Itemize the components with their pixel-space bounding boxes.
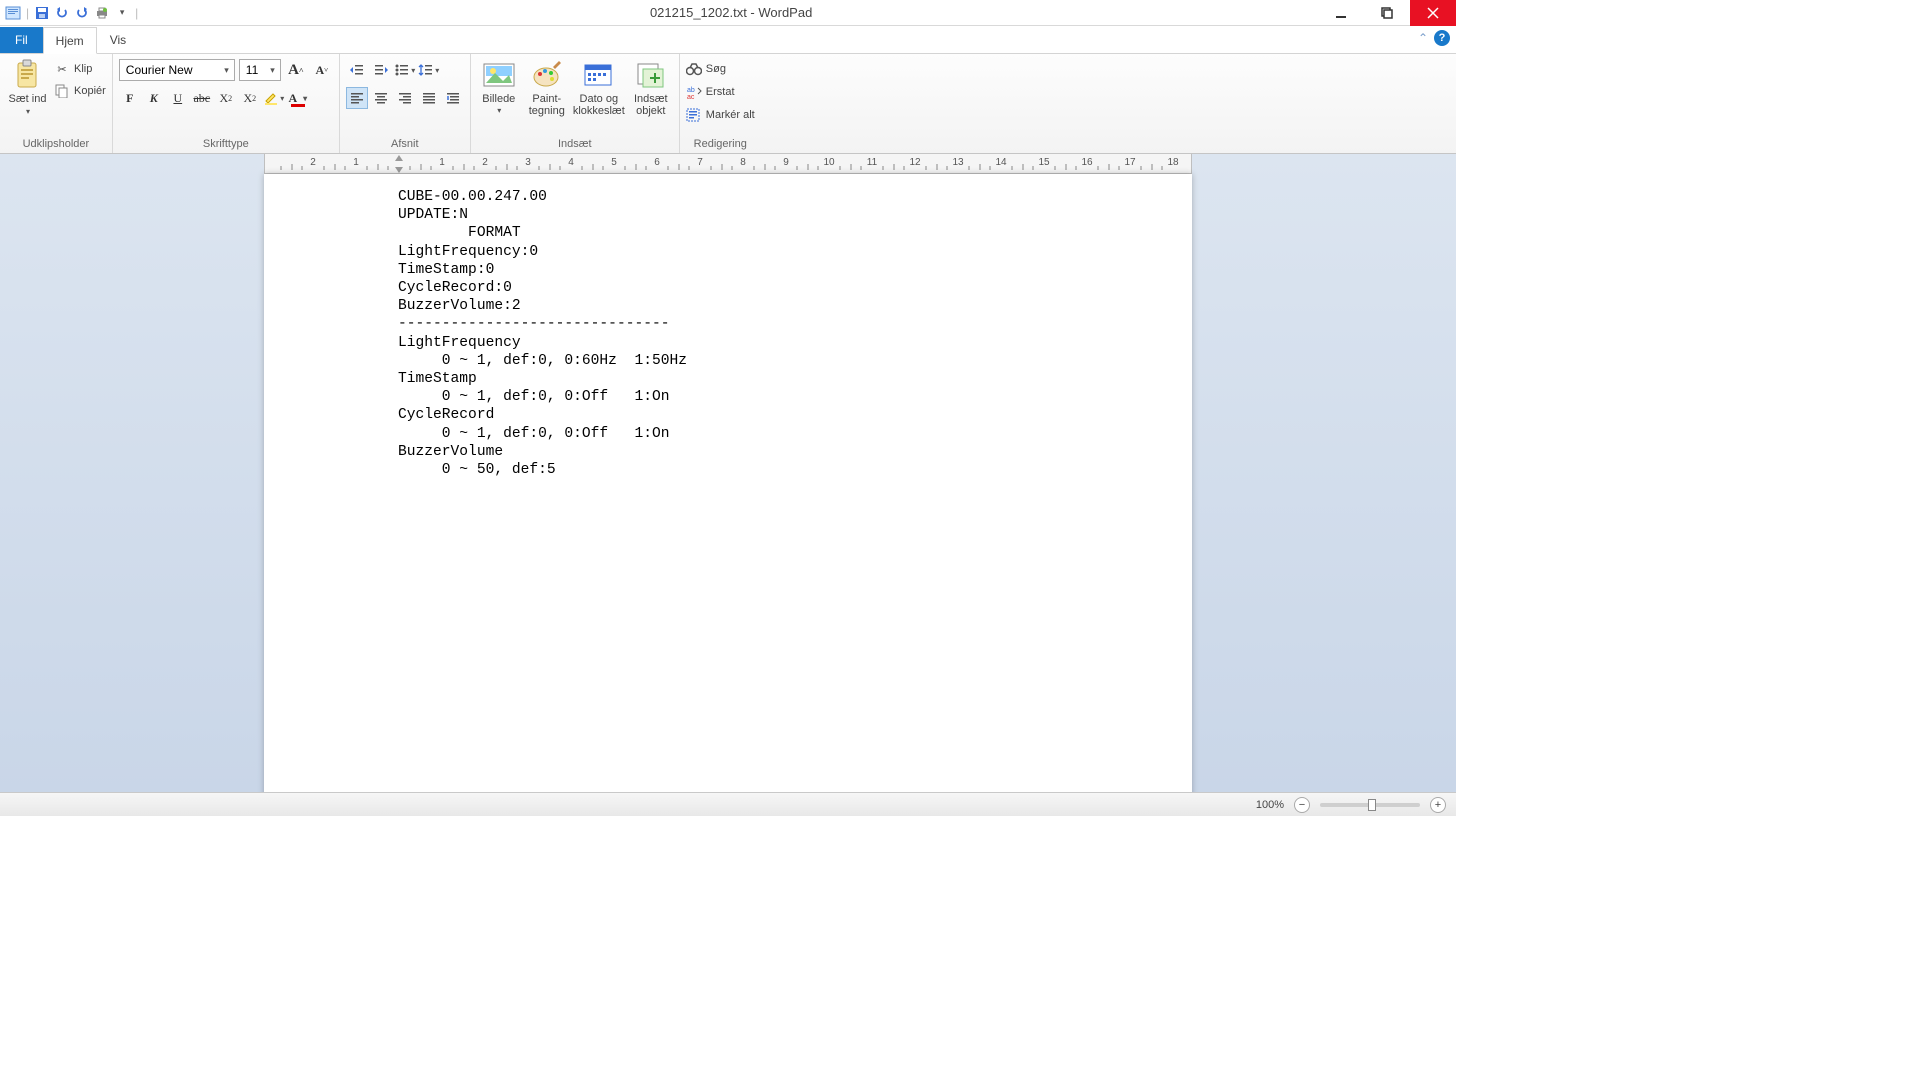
align-left-button[interactable] xyxy=(346,87,368,109)
title-bar: | ▾ | 021215_1202.txt - WordPad xyxy=(0,0,1456,26)
font-name-combo[interactable]: Courier New▾ xyxy=(119,59,235,81)
italic-button[interactable]: K xyxy=(143,87,165,109)
window-title: 021215_1202.txt - WordPad xyxy=(144,5,1318,20)
bold-button[interactable]: F xyxy=(119,87,141,109)
copy-icon xyxy=(54,83,70,99)
selectall-button[interactable]: Markér alt xyxy=(686,105,755,125)
font-size-combo[interactable]: 11▾ xyxy=(239,59,281,81)
align-center-button[interactable] xyxy=(370,87,392,109)
tab-row: Fil Hjem Vis ⌃ ? xyxy=(0,26,1456,54)
help-icon[interactable]: ? xyxy=(1434,30,1450,46)
zoom-out-button[interactable]: − xyxy=(1294,797,1310,813)
horizontal-ruler[interactable]: 12123456789101112131415161718 xyxy=(264,154,1192,174)
paste-label: Sæt ind ▾ xyxy=(6,93,50,117)
group-insert: Billede▾ Paint-tegning Dato og klokkeslæ… xyxy=(471,54,680,153)
font-color-button[interactable]: A▾ xyxy=(287,87,309,109)
subscript-button[interactable]: X2 xyxy=(215,87,237,109)
replace-icon: abac xyxy=(686,84,702,100)
tab-view[interactable]: Vis xyxy=(97,26,139,53)
underline-button[interactable]: U xyxy=(167,87,189,109)
document-text[interactable]: CUBE-00.00.247.00 UPDATE:N FORMAT LightF… xyxy=(398,188,687,479)
grow-font-button[interactable]: A˄ xyxy=(285,59,307,81)
zoom-percent: 100% xyxy=(1256,799,1284,811)
ribbon: Sæt ind ▾ ✂Klip Kopiér Udklipsholder Cou… xyxy=(0,54,1456,154)
svg-text:ac: ac xyxy=(687,94,695,99)
select-all-icon xyxy=(686,107,702,123)
calendar-icon xyxy=(583,59,615,91)
tab-file[interactable]: Fil xyxy=(0,27,43,53)
clipboard-icon xyxy=(12,59,44,91)
status-bar: 100% − + xyxy=(0,792,1456,816)
group-paragraph-label: Afsnit xyxy=(346,136,464,153)
zoom-in-button[interactable]: + xyxy=(1430,797,1446,813)
paste-button[interactable]: Sæt ind ▾ xyxy=(6,57,50,117)
replace-button[interactable]: abacErstat xyxy=(686,82,735,102)
paragraph-dialog-button[interactable] xyxy=(442,87,464,109)
group-paragraph: ▾ ▾ Afsnit xyxy=(340,54,471,153)
find-button[interactable]: Søg xyxy=(686,59,726,79)
line-spacing-button[interactable]: ▾ xyxy=(418,59,440,81)
increase-indent-button[interactable] xyxy=(370,59,392,81)
app-icon[interactable] xyxy=(4,4,22,22)
svg-text:ab: ab xyxy=(687,87,695,94)
group-insert-label: Indsæt xyxy=(477,136,673,153)
copy-button[interactable]: Kopiér xyxy=(54,81,106,101)
ribbon-collapse-icon[interactable]: ⌃ xyxy=(1418,31,1428,45)
insert-datetime-button[interactable]: Dato og klokkeslæt xyxy=(573,57,625,117)
undo-icon[interactable] xyxy=(53,4,71,22)
quick-access-toolbar: | ▾ | xyxy=(0,4,144,22)
picture-icon xyxy=(483,59,515,91)
zoom-slider[interactable] xyxy=(1320,803,1420,807)
document-area: 12123456789101112131415161718 CUBE-00.00… xyxy=(0,154,1456,792)
group-clipboard: Sæt ind ▾ ✂Klip Kopiér Udklipsholder xyxy=(0,54,113,153)
save-icon[interactable] xyxy=(33,4,51,22)
close-button[interactable] xyxy=(1410,0,1456,26)
bullets-button[interactable]: ▾ xyxy=(394,59,416,81)
decrease-indent-button[interactable] xyxy=(346,59,368,81)
palette-icon xyxy=(531,59,563,91)
qat-customize-icon[interactable]: ▾ xyxy=(113,4,131,22)
group-editing-label: Redigering xyxy=(686,136,755,153)
superscript-button[interactable]: X2 xyxy=(239,87,261,109)
object-icon xyxy=(635,59,667,91)
group-font-label: Skrifttype xyxy=(119,136,333,153)
insert-paint-button[interactable]: Paint-tegning xyxy=(525,57,569,117)
print-icon[interactable] xyxy=(93,4,111,22)
group-font: Courier New▾ 11▾ A˄ A˅ F K U abc X2 X2 ▾… xyxy=(113,54,340,153)
scissors-icon: ✂ xyxy=(54,61,70,77)
group-clipboard-label: Udklipsholder xyxy=(6,136,106,153)
redo-icon[interactable] xyxy=(73,4,91,22)
group-editing: Søg abacErstat Markér alt Redigering xyxy=(680,54,761,153)
shrink-font-button[interactable]: A˅ xyxy=(311,59,333,81)
window-controls xyxy=(1318,0,1456,26)
align-right-button[interactable] xyxy=(394,87,416,109)
tab-home[interactable]: Hjem xyxy=(43,27,97,54)
align-justify-button[interactable] xyxy=(418,87,440,109)
insert-object-button[interactable]: Indsæt objekt xyxy=(629,57,673,117)
strikethrough-button[interactable]: abc xyxy=(191,87,213,109)
insert-picture-button[interactable]: Billede▾ xyxy=(477,57,521,116)
minimize-button[interactable] xyxy=(1318,0,1364,26)
page[interactable]: CUBE-00.00.247.00 UPDATE:N FORMAT LightF… xyxy=(264,174,1192,792)
binoculars-icon xyxy=(686,61,702,77)
cut-button[interactable]: ✂Klip xyxy=(54,59,106,79)
maximize-button[interactable] xyxy=(1364,0,1410,26)
highlight-button[interactable]: ▾ xyxy=(263,87,285,109)
